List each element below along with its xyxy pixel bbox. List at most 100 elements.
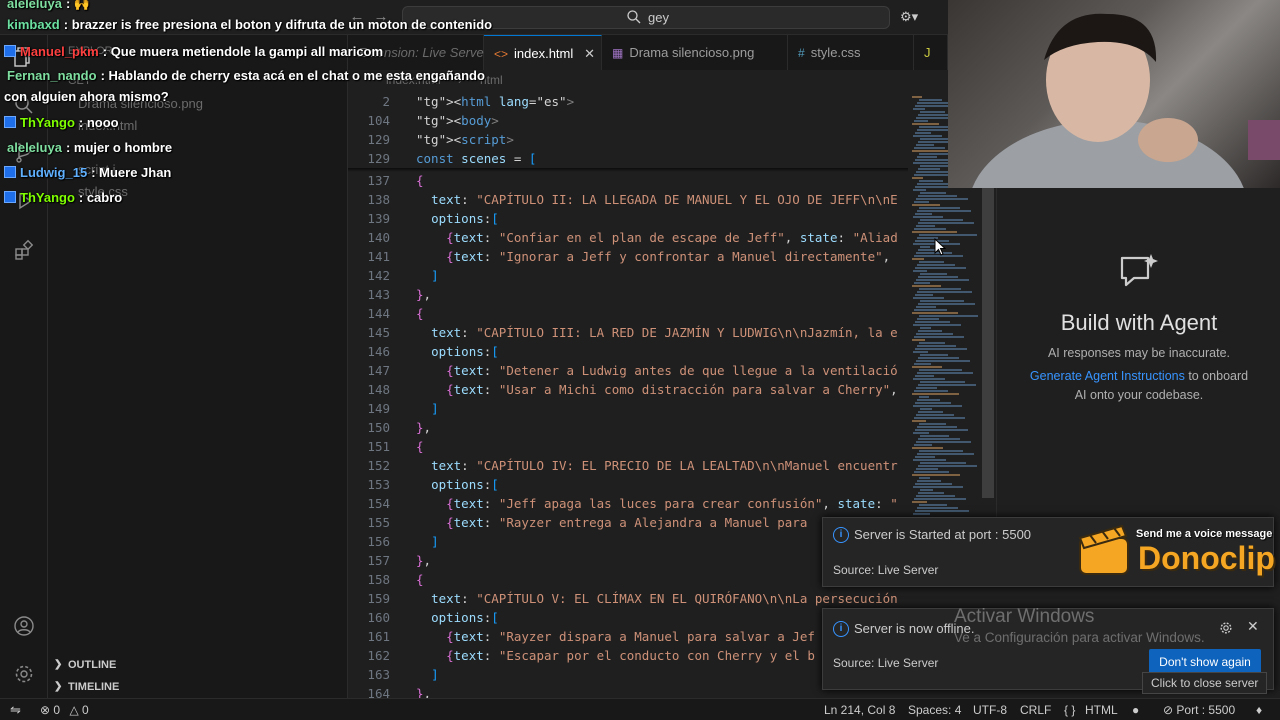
chat-username: ThYango xyxy=(20,115,75,130)
chat-username: Fernan_nando xyxy=(7,68,97,83)
indentation[interactable]: Spaces: 4 xyxy=(908,699,961,720)
tab-script-js[interactable]: J xyxy=(914,35,948,70)
account-icon[interactable] xyxy=(12,614,36,638)
code-line[interactable]: 140 {text: "Confiar en el plan de escape… xyxy=(348,228,908,247)
minimap-line xyxy=(914,309,947,311)
code-line[interactable]: 142 ] xyxy=(348,266,908,285)
encoding[interactable]: UTF-8 xyxy=(973,699,1007,720)
generate-instructions-link[interactable]: Generate Agent Instructions xyxy=(1030,369,1185,383)
line-number: 129 xyxy=(367,132,390,147)
info-icon: i xyxy=(833,621,849,637)
copilot-status-icon[interactable]: ● xyxy=(1132,699,1139,720)
code-text: { xyxy=(416,173,424,188)
code-line[interactable]: 149 ] xyxy=(348,399,908,418)
chat-message: Fernan_nando: Hablando de cherry esta ac… xyxy=(7,68,485,83)
line-number: 2 xyxy=(382,94,390,109)
code-text: ] xyxy=(431,534,439,549)
minimap-line xyxy=(914,417,965,419)
tab-drama-png[interactable]: ▦ Drama silencioso.png xyxy=(602,35,788,70)
warning-count: 0 xyxy=(82,703,89,717)
minimap-line xyxy=(913,513,930,515)
minimap-line xyxy=(914,390,948,392)
editor-tabs: Extension: Live Server <> index.html ✕ ▦ D… xyxy=(348,35,948,70)
notifications-bell-icon[interactable]: ♦ xyxy=(1256,699,1262,720)
cursor-position[interactable]: Ln 214, Col 8 xyxy=(824,699,895,720)
minimap-line xyxy=(918,384,976,386)
gear-icon[interactable] xyxy=(12,662,36,686)
code-line[interactable]: 137 { xyxy=(348,171,908,190)
code-line[interactable]: 147 {text: "Detener a Ludwig antes de qu… xyxy=(348,361,908,380)
code-line[interactable]: 150}, xyxy=(348,418,908,437)
problems-indicator[interactable]: ⊗ 0 △ 0 xyxy=(40,699,89,720)
line-number: 157 xyxy=(367,553,390,568)
code-line[interactable]: 159 text: "CAPÍTULO V: EL CLÍMAX EN EL Q… xyxy=(348,589,908,608)
notification-message: Server is Started at port : 5500 xyxy=(854,527,1032,542)
copilot-icon[interactable]: ⚙▾ xyxy=(900,6,936,28)
activate-windows-title: Activar Windows xyxy=(954,606,1095,627)
language-mode[interactable]: HTML xyxy=(1085,699,1118,720)
minimap-line xyxy=(917,318,939,320)
gear-icon[interactable] xyxy=(1219,621,1233,635)
minimap-line xyxy=(913,324,961,326)
code-line[interactable]: 152 text: "CAPÍTULO IV: EL PRECIO DE LA … xyxy=(348,456,908,475)
code-text: "tg"><script> xyxy=(416,132,514,147)
code-line[interactable]: 144 { xyxy=(348,304,908,323)
code-text: {text: "Rayzer dispara a Manuel para sal… xyxy=(446,629,815,644)
minimap-line xyxy=(917,426,957,428)
minimap-line xyxy=(916,360,970,362)
code-line[interactable]: 153 options:[ xyxy=(348,475,908,494)
code-line[interactable]: 139 options:[ xyxy=(348,209,908,228)
code-line[interactable]: 138 text: "CAPÍTULO II: LA LLEGADA DE MA… xyxy=(348,190,908,209)
warning-icon: △ xyxy=(69,703,79,717)
outline-section[interactable]: ❯ OUTLINE xyxy=(48,654,348,676)
code-line[interactable]: 154 {text: "Jeff apaga las luces para cr… xyxy=(348,494,908,513)
sticky-scroll-line[interactable]: 2 "tg"><html lang="es"> xyxy=(348,92,908,111)
code-line[interactable]: 145 text: "CAPÍTULO III: LA RED DE JAZMÍ… xyxy=(348,323,908,342)
line-number: 158 xyxy=(367,572,390,587)
minimap-line xyxy=(912,285,941,287)
code-text: {text: "Confiar en el plan de escape de … xyxy=(446,230,898,245)
code-line[interactable]: 141 {text: "Ignorar a Jeff y confrontar … xyxy=(348,247,908,266)
minimap-line xyxy=(913,432,929,434)
code-text: "tg"><body> xyxy=(416,113,499,128)
chat-text: : cabro xyxy=(78,190,123,205)
tab-index-html[interactable]: <> index.html ✕ xyxy=(484,35,602,70)
scrollbar[interactable] xyxy=(982,188,994,498)
tab-style-css[interactable]: # style.css xyxy=(788,35,914,70)
code-text: options:[ xyxy=(431,477,499,492)
extensions-icon[interactable] xyxy=(12,239,36,263)
minimap-line xyxy=(914,147,945,149)
line-number: 151 xyxy=(367,439,390,454)
sticky-scroll-line[interactable]: 129 "tg"><script> xyxy=(348,130,908,149)
sticky-scroll-line[interactable]: 104 "tg"><body> xyxy=(348,111,908,130)
minimap-line xyxy=(920,192,946,194)
line-number: 156 xyxy=(367,534,390,549)
code-text: {text: "Detener a Ludwig antes de que ll… xyxy=(446,363,898,378)
chat-text: : Hablando de cherry esta acá en el chat… xyxy=(100,68,485,83)
close-icon[interactable]: ✕ xyxy=(584,36,595,71)
code-text: text: "CAPÍTULO V: EL CLÍMAX EN EL QUIRÓ… xyxy=(431,591,898,606)
minimap-line xyxy=(920,111,945,113)
line-number: 138 xyxy=(367,192,390,207)
code-line[interactable]: 146 options:[ xyxy=(348,342,908,361)
notification-source: Source: Live Server xyxy=(833,563,939,577)
agent-onboard-text: to onboard xyxy=(1184,369,1249,383)
minimap-line xyxy=(920,354,948,356)
code-line[interactable]: 148 {text: "Usar a Michi como distracció… xyxy=(348,380,908,399)
remote-icon[interactable]: ⇋ xyxy=(10,699,21,720)
code-line[interactable]: 151 { xyxy=(348,437,908,456)
sticky-scroll-line[interactable]: 129 const scenes = [ xyxy=(348,149,908,168)
close-icon[interactable]: ✕ xyxy=(1247,618,1259,635)
minimap-line xyxy=(913,459,946,461)
minimap-line xyxy=(914,498,966,500)
minimap-line xyxy=(919,477,930,479)
minimap-line xyxy=(912,258,924,260)
code-text: {text: "Jeff apaga las luces para crear … xyxy=(446,496,898,511)
minimap-line xyxy=(914,471,949,473)
line-ending[interactable]: CRLF xyxy=(1020,699,1051,720)
code-line[interactable]: 143}, xyxy=(348,285,908,304)
minimap-line xyxy=(915,483,952,485)
timeline-section[interactable]: ❯ TIMELINE xyxy=(48,676,348,698)
chat-message: ThYango: nooo xyxy=(4,115,119,130)
live-server-port[interactable]: ⊘ Port : 5500 xyxy=(1163,699,1235,720)
